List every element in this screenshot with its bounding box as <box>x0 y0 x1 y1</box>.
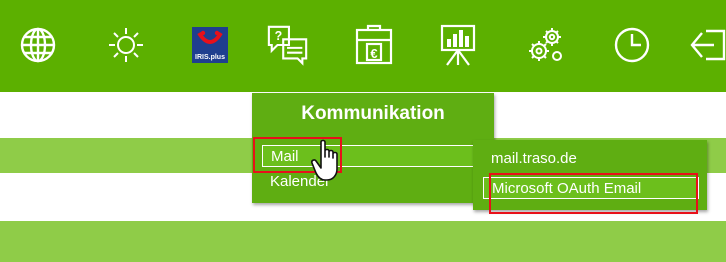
hand-cursor-icon <box>311 139 347 183</box>
chat-question-icon[interactable]: ? <box>266 22 310 68</box>
iris-plus-logo[interactable]: IRIS.plus <box>188 22 232 68</box>
iris-plus-logo-text: IRIS.plus <box>195 54 225 61</box>
gears-icon[interactable] <box>524 22 568 68</box>
svg-text:?: ? <box>275 29 283 43</box>
submenu-item-mail-traso[interactable]: mail.traso.de <box>483 148 699 170</box>
highlight-box <box>489 173 698 214</box>
euro-briefcase-icon[interactable]: € <box>352 22 396 68</box>
menu-title: Kommunikation <box>301 103 445 124</box>
sun-icon[interactable] <box>104 22 148 68</box>
top-toolbar: IRIS.plus ? € <box>0 0 726 92</box>
exit-arrow-icon[interactable] <box>690 22 726 68</box>
content-band <box>0 221 726 262</box>
menu-item-kalender[interactable]: Kalender <box>262 171 484 193</box>
globe-icon[interactable] <box>16 22 60 68</box>
svg-text:€: € <box>370 46 377 61</box>
clock-icon[interactable] <box>610 22 654 68</box>
presentation-chart-icon[interactable] <box>436 22 480 68</box>
